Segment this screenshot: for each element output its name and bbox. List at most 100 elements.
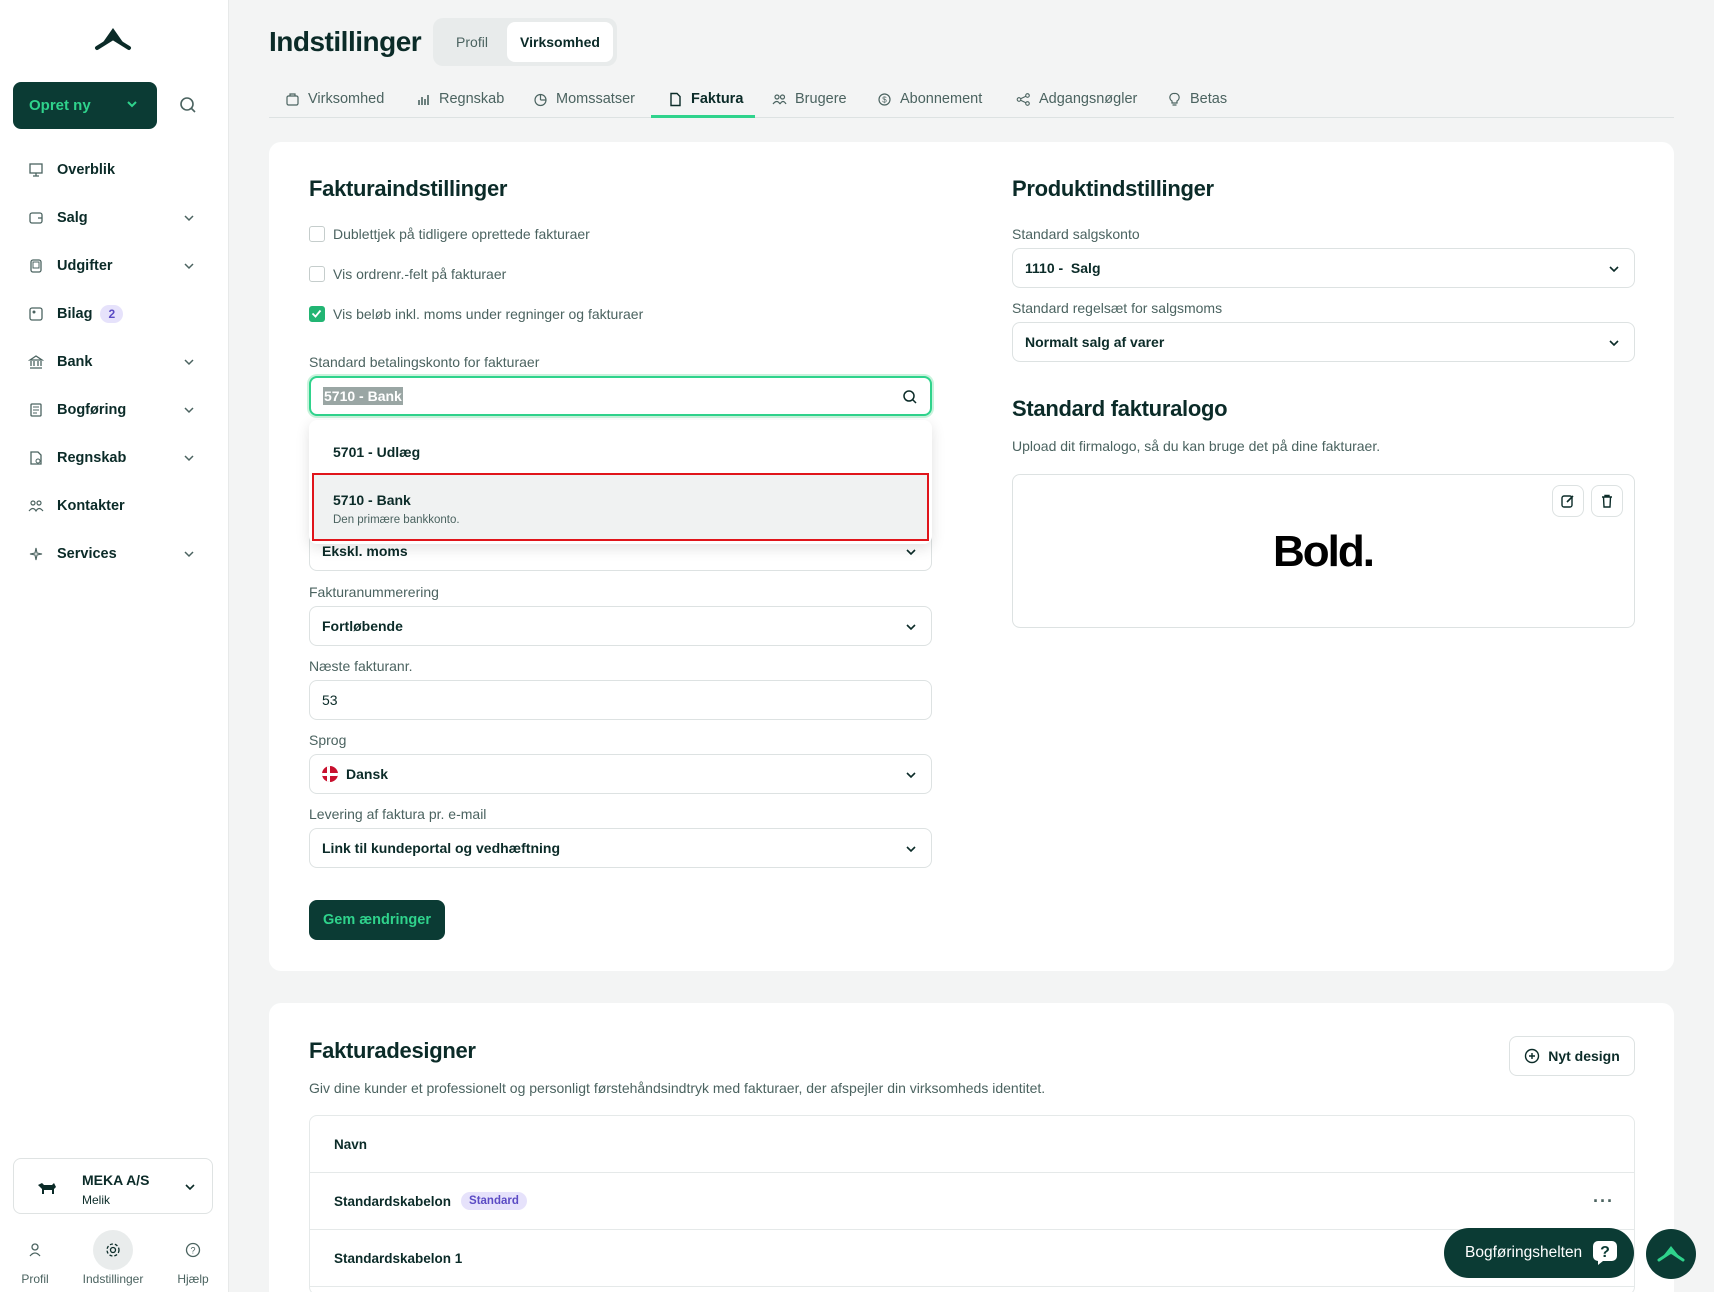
tab-abonnement[interactable]: $ Abonnement	[877, 80, 982, 118]
create-new-button[interactable]: Opret ny	[13, 82, 157, 129]
option-title: 5710 - Bank	[333, 492, 411, 508]
duplicate-check-row[interactable]: Dublettjek på tidligere oprettede faktur…	[309, 226, 590, 242]
assistant-launcher-button[interactable]	[1646, 1229, 1696, 1279]
sidebar-nav: Overblik Salg Udgifter Bilag 2 Bank Bogf…	[0, 146, 229, 578]
vat-rule-label: Standard regelsæt for salgsmoms	[1012, 300, 1223, 316]
edit-icon	[1561, 495, 1574, 508]
invoice-settings-title: Fakturaindstillinger	[309, 176, 508, 201]
profile-nav[interactable]: Profil	[0, 1230, 70, 1286]
sidebar-item-regnskab[interactable]: Regnskab	[0, 434, 229, 482]
sidebar-item-bank[interactable]: Bank	[0, 338, 229, 386]
next-number-value: 53	[322, 692, 338, 708]
people-icon	[28, 500, 44, 513]
svg-text:?: ?	[1600, 1244, 1610, 1261]
tab-label: Abonnement	[900, 91, 983, 107]
chevron-down-icon	[1609, 340, 1619, 347]
invoice-designer-title: Fakturadesigner	[309, 1038, 476, 1063]
option-description: Den primære bankkonto.	[333, 514, 460, 526]
dropdown-option-5710[interactable]: 5710 - Bank Den primære bankkonto.	[312, 473, 929, 541]
chevron-down-icon	[185, 1184, 195, 1191]
sidebar-item-label: Services	[57, 546, 117, 562]
numbering-select[interactable]: Fortløbende	[309, 606, 932, 646]
sidebar-item-services[interactable]: Services	[0, 530, 229, 578]
invoice-logo-description: Upload dit firmalogo, så du kan bruge de…	[1012, 438, 1381, 454]
new-design-button[interactable]: Nyt design	[1509, 1036, 1635, 1076]
help-assistant-button[interactable]: Bogføringshelten ?	[1444, 1228, 1634, 1278]
create-new-label: Opret ny	[29, 97, 91, 114]
sidebar-item-label: Bank	[57, 354, 93, 370]
sidebar-item-salg[interactable]: Salg	[0, 194, 229, 242]
vat-rule-select[interactable]: Normalt salg af varer	[1012, 322, 1635, 362]
order-number-checkbox[interactable]	[309, 266, 325, 282]
delivery-select[interactable]: Link til kundeportal og vedhæftning	[309, 828, 932, 868]
sidebar-item-label: Salg	[57, 210, 88, 226]
language-select[interactable]: Dansk	[309, 754, 932, 794]
invoice-logo-title: Standard fakturalogo	[1012, 396, 1228, 421]
help-assistant-label: Bogføringshelten	[1465, 1244, 1583, 1261]
help-nav[interactable]: ? Hjælp	[158, 1230, 228, 1286]
column-header-name: Navn	[334, 1136, 368, 1152]
delivery-value: Link til kundeportal og vedhæftning	[322, 840, 560, 856]
settings-nav[interactable]: Indstillinger	[78, 1230, 148, 1286]
sidebar-item-label: Kontakter	[57, 498, 125, 514]
tab-label: Virksomhed	[308, 91, 385, 107]
sales-account-select[interactable]: 1110 - Salg	[1012, 248, 1635, 288]
duplicate-check-checkbox[interactable]	[309, 226, 325, 242]
tab-label: Adgangsnøgler	[1039, 91, 1138, 107]
tab-momssatser[interactable]: Momssatser	[533, 80, 635, 118]
trash-icon	[1602, 494, 1612, 508]
save-changes-button[interactable]: Gem ændringer	[309, 900, 445, 940]
tab-label: Faktura	[691, 91, 744, 107]
checkbox-label: Dublettjek på tidligere oprettede faktur…	[333, 226, 590, 242]
plus-circle-icon	[1525, 1048, 1540, 1064]
table-row[interactable]: Standardskabelon 1	[310, 1230, 1634, 1287]
check-icon	[311, 309, 322, 318]
tab-adgangsnogler[interactable]: Adgangsnøgler	[1016, 80, 1137, 118]
company-logo-icon[interactable]	[94, 26, 132, 52]
chevron-down-icon	[906, 772, 916, 779]
segment-virksomhed[interactable]: Virksomhed	[507, 22, 613, 62]
tab-betas[interactable]: Betas	[1167, 80, 1227, 118]
sidebar-item-kontakter[interactable]: Kontakter	[0, 482, 229, 530]
search-icon[interactable]	[179, 96, 197, 114]
organization-switcher[interactable]: MEKA A/S Melik	[13, 1158, 213, 1214]
settings-tabs: Virksomhed Regnskab Momssatser Faktura B…	[269, 80, 1674, 118]
delete-logo-button[interactable]	[1591, 485, 1623, 517]
payment-account-search-input[interactable]: 5710 - Bank	[309, 376, 932, 416]
profile-nav-label: Profil	[21, 1272, 49, 1286]
organization-name: MEKA A/S	[82, 1172, 150, 1188]
sidebar-item-udgifter[interactable]: Udgifter	[0, 242, 229, 290]
presentation-icon	[29, 163, 43, 177]
sidebar-item-label: Overblik	[57, 162, 116, 178]
show-incl-vat-checkbox[interactable]	[309, 306, 325, 322]
edit-logo-button[interactable]	[1552, 485, 1584, 517]
tab-brugere[interactable]: Brugere	[772, 80, 847, 118]
user-icon	[29, 1243, 41, 1257]
search-icon	[903, 390, 917, 404]
sidebar-item-label: Regnskab	[57, 450, 127, 466]
count-badge: 2	[100, 305, 124, 323]
chevron-down-icon	[184, 455, 194, 462]
chevron-down-icon	[1609, 266, 1619, 273]
segment-profil[interactable]: Profil	[437, 22, 507, 62]
tab-faktura[interactable]: Faktura	[668, 80, 743, 118]
wallet-icon	[29, 212, 43, 224]
next-number-input[interactable]: 53	[309, 680, 932, 720]
sales-account-label: Standard salgskonto	[1012, 226, 1140, 242]
delivery-label: Levering af faktura pr. e-mail	[309, 806, 487, 822]
sidebar-item-bilag[interactable]: Bilag 2	[0, 290, 229, 338]
show-incl-vat-row[interactable]: Vis beløb inkl. moms under regninger og …	[309, 306, 643, 322]
sidebar-item-label: Udgifter	[57, 258, 113, 274]
order-number-row[interactable]: Vis ordrenr.-felt på fakturaer	[309, 266, 506, 282]
more-options-icon[interactable]: ···	[1593, 1191, 1614, 1212]
language-label: Sprog	[309, 732, 347, 748]
sidebar: Opret ny Overblik Salg Udgifter Bilag 2 …	[0, 0, 229, 1292]
tab-regnskab[interactable]: Regnskab	[416, 80, 504, 118]
tab-label: Brugere	[795, 91, 847, 107]
table-row[interactable]: Standardskabelon Standard ···	[310, 1173, 1634, 1230]
tab-virksomhed[interactable]: Virksomhed	[285, 80, 384, 118]
building-icon	[286, 92, 299, 106]
dropdown-option-5701[interactable]: 5701 - Udlæg	[333, 444, 420, 460]
sidebar-item-bogforing[interactable]: Bogføring	[0, 386, 229, 434]
sidebar-item-overblik[interactable]: Overblik	[0, 146, 229, 194]
